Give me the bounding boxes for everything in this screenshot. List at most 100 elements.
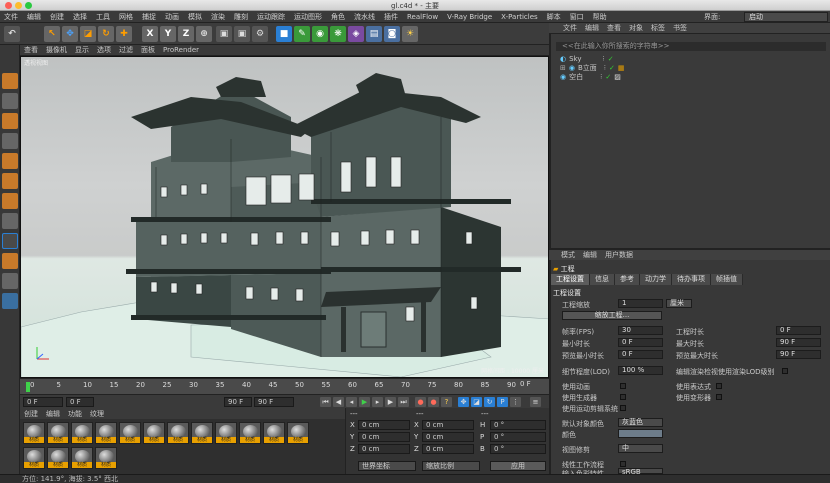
play-icon[interactable]: ▶ bbox=[359, 397, 370, 407]
preview-min-field[interactable]: 0 F bbox=[618, 350, 663, 359]
expand-icon[interactable]: ⊞ bbox=[560, 64, 566, 72]
menu-item[interactable]: 动画 bbox=[165, 12, 179, 22]
tab-3[interactable]: 动力学 bbox=[640, 274, 672, 285]
solo-icon[interactable] bbox=[2, 293, 18, 309]
axis-mode-icon[interactable] bbox=[2, 213, 18, 229]
material-swatch[interactable]: 材质 bbox=[47, 422, 69, 444]
prev-frame-icon[interactable]: ◂ bbox=[346, 397, 357, 407]
keyframe-selection-icon[interactable]: ? bbox=[441, 397, 452, 407]
material-menu-item[interactable]: 功能 bbox=[68, 409, 82, 419]
max-time-field[interactable]: 90 F bbox=[776, 338, 821, 347]
linear-workflow-checkbox[interactable] bbox=[620, 461, 626, 467]
texture-mode-icon[interactable] bbox=[2, 113, 18, 129]
use-generators-checkbox[interactable] bbox=[620, 394, 626, 400]
render-view-icon[interactable]: ▣ bbox=[216, 26, 232, 42]
menu-item[interactable]: 渲染 bbox=[211, 12, 225, 22]
object-menu-item[interactable]: 编辑 bbox=[585, 23, 599, 33]
menu-item[interactable]: 模拟 bbox=[188, 12, 202, 22]
viewport-menu-item[interactable]: 过滤 bbox=[119, 45, 133, 55]
material-menu-item[interactable]: 编辑 bbox=[46, 409, 60, 419]
use-deformers-checkbox[interactable] bbox=[716, 394, 722, 400]
material-swatch[interactable]: 材质 bbox=[119, 422, 141, 444]
viewport-menu-item[interactable]: 查看 bbox=[24, 45, 38, 55]
menu-item[interactable]: 窗口 bbox=[570, 12, 584, 22]
snap-icon[interactable] bbox=[2, 253, 18, 269]
rotate-icon[interactable]: ↻ bbox=[98, 26, 114, 42]
object-menu-item[interactable]: 文件 bbox=[563, 23, 577, 33]
points-mode-icon[interactable] bbox=[2, 153, 18, 169]
render-settings-icon[interactable]: ⚙ bbox=[252, 26, 268, 42]
render-lod-checkbox[interactable] bbox=[782, 368, 788, 374]
tweak-mode-icon[interactable] bbox=[2, 233, 18, 249]
menu-item[interactable]: V-Ray Bridge bbox=[447, 13, 492, 21]
deformer-icon[interactable]: ◈ bbox=[348, 26, 364, 42]
prev-key-icon[interactable]: ◀ bbox=[333, 397, 344, 407]
polygons-mode-icon[interactable] bbox=[2, 193, 18, 209]
object-menu-item[interactable]: 标签 bbox=[651, 23, 665, 33]
default-color-select[interactable]: 灰蓝色 bbox=[618, 418, 663, 427]
current-frame-field[interactable]: 0 F bbox=[66, 397, 94, 407]
record-icon[interactable]: ● bbox=[415, 397, 426, 407]
use-expression-checkbox[interactable] bbox=[716, 383, 722, 389]
menu-item[interactable]: 运动图形 bbox=[294, 12, 322, 22]
material-swatch[interactable]: 材质 bbox=[71, 422, 93, 444]
menu-item[interactable]: RealFlow bbox=[407, 13, 438, 21]
menu-item[interactable]: 网格 bbox=[119, 12, 133, 22]
menu-item[interactable]: 插件 bbox=[384, 12, 398, 22]
tab-0[interactable]: 工程设置 bbox=[551, 274, 590, 285]
goto-end-icon[interactable]: ⏭ bbox=[398, 397, 409, 407]
visibility-icon[interactable]: ⁝ bbox=[604, 64, 606, 72]
menu-item[interactable]: 选择 bbox=[73, 12, 87, 22]
material-swatch[interactable]: 材质 bbox=[263, 422, 285, 444]
floor-icon[interactable]: ▤ bbox=[366, 26, 382, 42]
apply-button[interactable]: 应用 bbox=[490, 461, 546, 471]
material-swatch[interactable]: 材质 bbox=[95, 447, 117, 469]
attribute-menu-item[interactable]: 编辑 bbox=[583, 250, 597, 260]
timeline-ruler[interactable]: 0 5 10 15 20 25 30 35 40 45 50 55 60 65 70 75 80 85 90 bbox=[20, 378, 549, 394]
menu-item[interactable]: X-Particles bbox=[501, 13, 537, 21]
next-key-icon[interactable]: ▶ bbox=[385, 397, 396, 407]
tab-1[interactable]: 信息 bbox=[590, 274, 615, 285]
preview-max-field[interactable]: 90 F bbox=[776, 350, 821, 359]
visibility-icon[interactable]: ⁝ bbox=[603, 55, 605, 63]
position-field[interactable]: 0 cm bbox=[358, 432, 410, 442]
menu-item[interactable]: 工具 bbox=[96, 12, 110, 22]
material-swatch[interactable]: 材质 bbox=[23, 447, 45, 469]
size-field[interactable]: 0 cm bbox=[422, 444, 474, 454]
viewport-menu-item[interactable]: ProRender bbox=[163, 46, 199, 54]
check-icon[interactable]: ✓ bbox=[609, 64, 615, 72]
menu-item[interactable]: 捕捉 bbox=[142, 12, 156, 22]
light-icon[interactable]: ☀ bbox=[402, 26, 418, 42]
min-time-field[interactable]: 0 F bbox=[618, 338, 663, 347]
size-field[interactable]: 0 cm bbox=[422, 420, 474, 430]
next-frame-icon[interactable]: ▸ bbox=[372, 397, 383, 407]
undo-icon[interactable]: ↶ bbox=[4, 26, 20, 42]
viewport-menu-item[interactable]: 显示 bbox=[75, 45, 89, 55]
rotation-field[interactable]: 0 ° bbox=[490, 420, 546, 430]
edges-mode-icon[interactable] bbox=[2, 173, 18, 189]
material-swatch[interactable]: 材质 bbox=[95, 422, 117, 444]
material-menu-item[interactable]: 纹理 bbox=[90, 409, 104, 419]
scale-icon[interactable]: ◪ bbox=[80, 26, 96, 42]
menu-item[interactable]: 角色 bbox=[331, 12, 345, 22]
start-frame-field[interactable]: 0 F bbox=[23, 397, 63, 407]
viewport-menu-item[interactable]: 选项 bbox=[97, 45, 111, 55]
material-swatch[interactable]: 材质 bbox=[47, 447, 69, 469]
menu-item[interactable]: 文件 bbox=[4, 12, 18, 22]
timeline-menu-icon[interactable]: ≡ bbox=[530, 397, 541, 407]
material-swatch[interactable]: 材质 bbox=[23, 422, 45, 444]
move-icon[interactable]: ✥ bbox=[62, 26, 78, 42]
tab-2[interactable]: 参考 bbox=[615, 274, 640, 285]
position-field[interactable]: 0 cm bbox=[358, 444, 410, 454]
menu-item[interactable]: 雕刻 bbox=[234, 12, 248, 22]
tab-4[interactable]: 待办事项 bbox=[672, 274, 711, 285]
scale-project-button[interactable]: 缩放工程... bbox=[562, 311, 662, 320]
rotation-field[interactable]: 0 ° bbox=[490, 444, 546, 454]
cube-object-icon[interactable]: ■ bbox=[276, 26, 292, 42]
material-swatch[interactable]: 材质 bbox=[239, 422, 261, 444]
check-icon[interactable]: ✓ bbox=[605, 73, 611, 81]
use-animation-checkbox[interactable] bbox=[620, 383, 626, 389]
rotation-field[interactable]: 0 ° bbox=[490, 432, 546, 442]
object-menu-item[interactable]: 查看 bbox=[607, 23, 621, 33]
use-motion-system-checkbox[interactable] bbox=[620, 405, 626, 411]
